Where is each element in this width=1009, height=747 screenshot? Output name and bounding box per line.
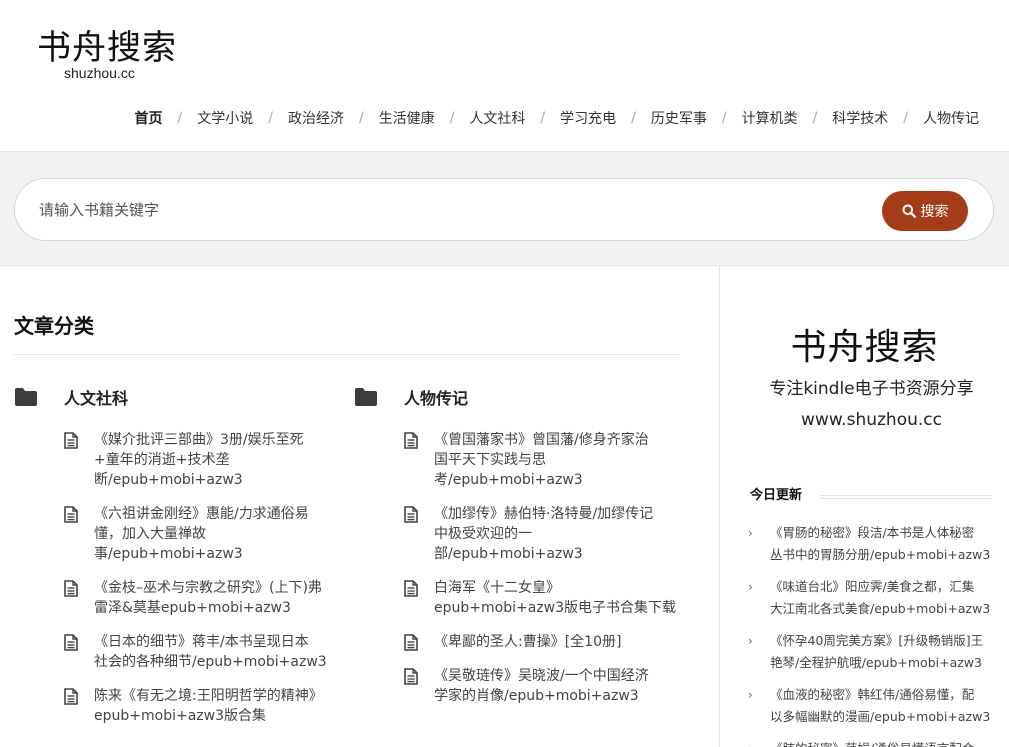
category-header[interactable]: 人物传记 (354, 384, 684, 410)
nav-separator: / (812, 110, 818, 126)
nav-item[interactable]: 历史军事 (651, 108, 707, 128)
today-updates-list: › 《胃肠的秘密》段洁/本书是人体秘密 丛书中的胃肠分册/epub+mobi+azw… (748, 522, 998, 747)
today-update-item[interactable]: › 《肺的秘密》范娟/通俗易懂语言配合 (748, 738, 998, 747)
document-icon (404, 580, 418, 597)
logo-subtitle: shuzhou.cc (64, 65, 135, 81)
nav-item[interactable]: 人文社科 (469, 108, 525, 128)
nav-item[interactable]: 计算机类 (742, 108, 798, 128)
today-update-item[interactable]: › 《怀孕40周完美方案》[升级畅销版]王 艳琴/全程护航哦/epub+mobi+a… (748, 630, 998, 674)
folder-icon (355, 388, 377, 406)
folder-icon (15, 388, 37, 406)
post-link[interactable]: 《媒介批评三部曲》3册/娱乐至死 +童年的消逝+技术垄 断/epub+mobi+az… (94, 430, 344, 490)
post-link[interactable]: 《日本的细节》蒋丰/本书呈现日本 社会的各种细节/epub+mobi+azw3 (94, 632, 344, 672)
main-nav: 首页 / 文学小说 / 政治经济 / 生活健康 / 人文社科 / 学习充电 / 历史军事 / 计算机类 / 科学… (135, 108, 979, 128)
sidebar-tagline: 专注kindle电子书资源分享 (769, 379, 974, 399)
post-item[interactable]: 白海军《十二女皇》 epub+mobi+azw3版电子书合集下载 (404, 578, 684, 618)
document-icon (64, 580, 78, 597)
chevron-right-icon: › (748, 688, 753, 702)
chevron-right-icon: › (748, 738, 753, 747)
today-update-item[interactable]: › 《味道台北》阳应霁/美食之都，汇集 大江南北各式美食/epub+mobi+azw… (748, 576, 998, 620)
site-logo[interactable]: 书舟搜索 shuzhou.cc (37, 28, 177, 81)
post-list: 《媒介批评三部曲》3册/娱乐至死 +童年的消逝+技术垄 断/epub+mobi+az… (14, 430, 344, 726)
document-icon (64, 432, 78, 449)
post-link[interactable]: 《加缪传》赫伯特·洛特曼/加缪传记 中极受欢迎的一 部/epub+mobi+azw3 (434, 504, 684, 564)
post-link[interactable]: 陈来《有无之境:王阳明哲学的精神》 epub+mobi+azw3版合集 (94, 686, 344, 726)
nav-item[interactable]: 人物传记 (923, 108, 979, 128)
today-update-link[interactable]: 《怀孕40周完美方案》[升级畅销版]王 艳琴/全程护航哦/epub+mobi+az… (770, 633, 983, 670)
nav-separator: / (449, 110, 455, 126)
chevron-right-icon: › (748, 634, 753, 648)
document-icon (404, 668, 418, 685)
section-title: 文章分类 (14, 314, 94, 338)
post-item[interactable]: 《曾国藩家书》曾国藩/修身齐家治 国平天下实践与思 考/epub+mobi+azw3 (404, 430, 684, 490)
document-icon (64, 506, 78, 523)
post-item[interactable]: 《日本的细节》蒋丰/本书呈现日本 社会的各种细节/epub+mobi+azw3 (64, 632, 344, 672)
post-item[interactable]: 《吴敬琏传》吴晓波/一个中国经济 学家的肖像/epub+mobi+azw3 (404, 666, 684, 706)
sidebar: 书舟搜索 专注kindle电子书资源分享 www.shuzhou.cc 今日更新… (720, 266, 1009, 747)
search-button[interactable]: 搜索 (882, 191, 968, 231)
document-icon (404, 634, 418, 651)
sidebar-title: 书舟搜索 (790, 327, 939, 368)
section-divider (14, 354, 680, 355)
document-icon (64, 634, 78, 651)
document-icon (64, 688, 78, 705)
today-updates-divider (820, 495, 992, 499)
category-header[interactable]: 人文社科 (14, 384, 344, 410)
post-link[interactable]: 《卑鄙的圣人:曹操》[全10册] (434, 632, 684, 652)
document-icon (404, 432, 418, 449)
category-column: 人物传记 《曾国藩家书》曾国藩/修身齐家治 国平天下实践与思 考/epub+mobi… (354, 384, 684, 720)
nav-separator: / (721, 110, 727, 126)
sidebar-url: www.shuzhou.cc (801, 410, 942, 430)
post-link[interactable]: 《曾国藩家书》曾国藩/修身齐家治 国平天下实践与思 考/epub+mobi+azw3 (434, 430, 684, 490)
nav-item[interactable]: 文学小说 (197, 108, 253, 128)
nav-separator: / (177, 110, 183, 126)
today-update-link[interactable]: 《肺的秘密》范娟/通俗易懂语言配合 (770, 741, 974, 747)
today-updates-title: 今日更新 (750, 488, 803, 503)
today-update-link[interactable]: 《血液的秘密》韩红伟/通俗易懂，配 以多幅幽默的漫画/epub+mobi+azw3 (770, 687, 990, 724)
search-box: 搜索 (14, 178, 994, 241)
nav-separator: / (903, 110, 908, 126)
search-band: 搜索 (0, 152, 1009, 266)
category-column: 人文社科 《媒介批评三部曲》3册/娱乐至死 +童年的消逝+技术垄 断/epub+mo… (14, 384, 344, 740)
post-link[interactable]: 白海军《十二女皇》 epub+mobi+azw3版电子书合集下载 (434, 578, 684, 618)
today-update-item[interactable]: › 《血液的秘密》韩红伟/通俗易懂，配 以多幅幽默的漫画/epub+mobi+azw… (748, 684, 998, 728)
nav-item[interactable]: 科学技术 (832, 108, 888, 128)
post-item[interactable]: 《卑鄙的圣人:曹操》[全10册] (404, 632, 684, 652)
post-link[interactable]: 《吴敬琏传》吴晓波/一个中国经济 学家的肖像/epub+mobi+azw3 (434, 666, 684, 706)
document-icon (404, 506, 418, 523)
logo-title[interactable]: 书舟搜索 (37, 28, 177, 68)
post-list: 《曾国藩家书》曾国藩/修身齐家治 国平天下实践与思 考/epub+mobi+azw3… (354, 430, 684, 706)
nav-separator: / (631, 110, 636, 126)
nav-item[interactable]: 学习充电 (560, 108, 616, 128)
nav-item[interactable]: 政治经济 (288, 108, 344, 128)
nav-item[interactable]: 首页 (135, 108, 163, 128)
search-icon (902, 204, 916, 218)
post-link[interactable]: 《六祖讲金刚经》惠能/力求通俗易 懂，加入大量禅故 事/epub+mobi+azw3 (94, 504, 344, 564)
nav-item[interactable]: 生活健康 (379, 108, 435, 128)
today-update-link[interactable]: 《味道台北》阳应霁/美食之都，汇集 大江南北各式美食/epub+mobi+azw3 (770, 579, 990, 616)
post-link[interactable]: 《金枝–巫术与宗教之研究》(上下)弗 雷泽&莫基epub+mobi+azw3 (94, 578, 344, 618)
nav-separator: / (358, 110, 364, 126)
post-item[interactable]: 《媒介批评三部曲》3册/娱乐至死 +童年的消逝+技术垄 断/epub+mobi+az… (64, 430, 344, 490)
nav-separator: / (268, 110, 273, 126)
nav-separator: / (540, 110, 546, 126)
post-item[interactable]: 陈来《有无之境:王阳明哲学的精神》 epub+mobi+azw3版合集 (64, 686, 344, 726)
site-header: 书舟搜索 shuzhou.cc 首页 / 文学小说 / 政治经济 / 生活健康 / 人文社科 / 学… (0, 0, 1009, 152)
post-item[interactable]: 《六祖讲金刚经》惠能/力求通俗易 懂，加入大量禅故 事/epub+mobi+azw3 (64, 504, 344, 564)
category-name[interactable]: 人文社科 (64, 385, 128, 409)
search-input[interactable] (39, 196, 859, 224)
category-name[interactable]: 人物传记 (404, 385, 468, 409)
search-button-label: 搜索 (920, 204, 949, 220)
main-content: 文章分类 人文社科 《媒介批评三部曲》3册/娱乐至死 +童年的消逝+技术垄 断/ep… (0, 266, 719, 747)
post-item[interactable]: 《金枝–巫术与宗教之研究》(上下)弗 雷泽&莫基epub+mobi+azw3 (64, 578, 344, 618)
today-update-link[interactable]: 《胃肠的秘密》段洁/本书是人体秘密 丛书中的胃肠分册/epub+mobi+azw3 (770, 525, 990, 562)
chevron-right-icon: › (748, 580, 753, 594)
post-item[interactable]: 《加缪传》赫伯特·洛特曼/加缪传记 中极受欢迎的一 部/epub+mobi+azw3 (404, 504, 684, 564)
today-update-item[interactable]: › 《胃肠的秘密》段洁/本书是人体秘密 丛书中的胃肠分册/epub+mobi+azw… (748, 522, 998, 566)
chevron-right-icon: › (748, 526, 753, 540)
